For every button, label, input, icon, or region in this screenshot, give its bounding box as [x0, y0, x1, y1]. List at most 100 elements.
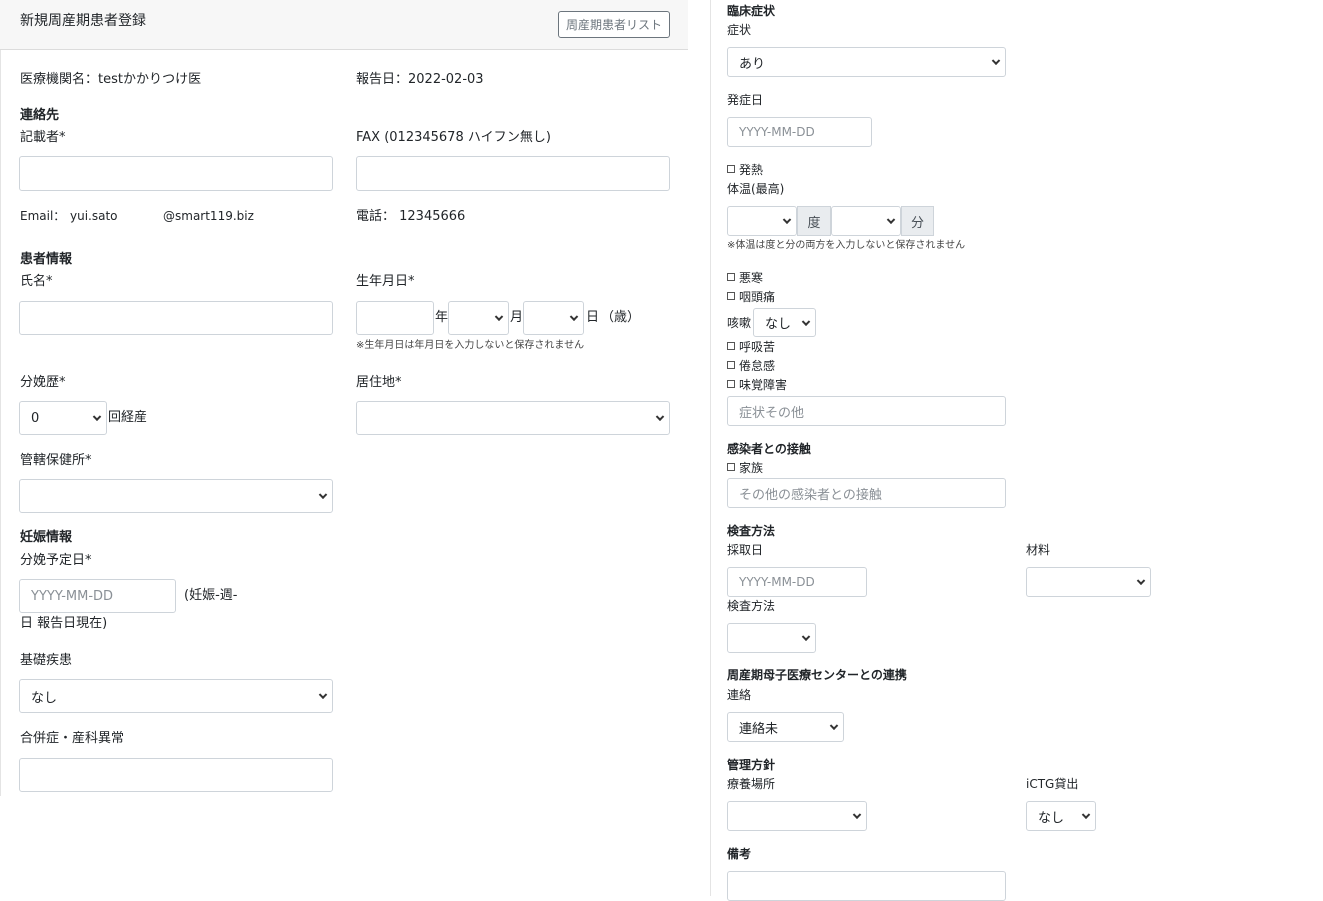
- writer-input[interactable]: [19, 156, 333, 191]
- parity-select[interactable]: 0: [19, 401, 107, 435]
- chevron-down-icon: [569, 312, 579, 322]
- checkbox-icon[interactable]: [727, 380, 735, 388]
- ictg-select[interactable]: なし: [1026, 801, 1096, 831]
- chevron-down-icon: [991, 56, 1001, 66]
- checkbox-icon[interactable]: [727, 273, 735, 281]
- chevron-down-icon: [318, 490, 328, 500]
- fever-checkbox[interactable]: 発熱: [727, 163, 763, 177]
- underlying-disease-select[interactable]: なし: [19, 679, 333, 713]
- sample-date-label: 採取日: [727, 543, 764, 557]
- chevron-down-icon: [92, 412, 102, 422]
- writer-label: 記載者*: [20, 130, 66, 145]
- test-method-label: 検査方法: [727, 599, 776, 613]
- gestation-text-cont: 日 報告日現在): [20, 616, 108, 631]
- age-text: （歳）: [601, 310, 641, 325]
- chevron-down-icon: [782, 215, 792, 225]
- remarks-input[interactable]: [727, 871, 1006, 901]
- sore-throat-checkbox[interactable]: 咽頭痛: [727, 290, 775, 304]
- birth-month-suffix: 月: [510, 310, 524, 325]
- chevron-down-icon: [1136, 576, 1146, 586]
- chevron-down-icon: [829, 721, 839, 731]
- residence-select[interactable]: [356, 401, 670, 435]
- temperature-label: 体温(最高): [727, 182, 785, 196]
- checkbox-icon[interactable]: [727, 463, 735, 471]
- clinical-symptoms-heading: 臨床症状: [727, 4, 776, 18]
- facility-name: 医療機関名：testかかりつけ医: [20, 72, 202, 87]
- remarks-heading: 備考: [727, 847, 752, 861]
- symptom-select[interactable]: あり: [727, 47, 1006, 77]
- center-coordination-heading: 周産期母子医療センターとの連携: [727, 668, 907, 682]
- health-center-select[interactable]: [19, 479, 333, 513]
- fax-input[interactable]: [356, 156, 670, 191]
- checkbox-icon[interactable]: [727, 165, 735, 173]
- dyspnea-checkbox[interactable]: 呼吸苦: [727, 340, 775, 354]
- chevron-down-icon: [494, 312, 504, 322]
- test-method-select[interactable]: [727, 623, 816, 653]
- dyspnea-label: 呼吸苦: [739, 340, 776, 354]
- chevron-down-icon: [655, 412, 665, 422]
- cough-value: なし: [765, 317, 792, 332]
- email-user: yui.sato: [70, 209, 118, 223]
- temperature-degree-select[interactable]: [727, 206, 797, 236]
- chills-label: 悪寒: [739, 271, 764, 285]
- liaison-select[interactable]: 連絡未: [727, 712, 844, 742]
- symptom-value: あり: [739, 56, 766, 72]
- liaison-value: 連絡未: [739, 721, 779, 737]
- parity-suffix: 回経産: [108, 410, 148, 425]
- taste-disorder-label: 味覚障害: [739, 378, 788, 392]
- care-place-select[interactable]: [727, 801, 867, 831]
- chevron-down-icon: [852, 810, 862, 820]
- email-domain: @smart119.biz: [163, 209, 254, 223]
- name-label: 氏名*: [20, 274, 53, 289]
- family-checkbox[interactable]: 家族: [727, 461, 763, 475]
- pregnancy-heading: 妊娠情報: [20, 530, 73, 545]
- phone-number: 電話： 12345666: [356, 209, 466, 224]
- other-contact-input[interactable]: その他の感染者との接触: [727, 478, 1006, 508]
- checkbox-icon[interactable]: [727, 292, 735, 300]
- birth-month-select[interactable]: [448, 301, 509, 335]
- management-policy-heading: 管理方針: [727, 758, 776, 772]
- page-title: 新規周産期患者登録: [20, 13, 146, 29]
- panel-border-left: [0, 50, 1, 796]
- onset-date-input[interactable]: YYYY-MM-DD: [727, 117, 872, 147]
- liaison-label: 連絡: [727, 688, 752, 702]
- underlying-disease-value: なし: [31, 690, 58, 706]
- material-label: 材料: [1026, 543, 1051, 557]
- contact-heading: 連絡先: [20, 108, 60, 123]
- other-symptoms-input[interactable]: 症状その他: [727, 396, 1006, 426]
- report-date: 報告日：2022-02-03: [356, 72, 484, 87]
- birth-year-input[interactable]: [356, 301, 434, 335]
- chills-checkbox[interactable]: 悪寒: [727, 271, 763, 285]
- checkbox-icon[interactable]: [727, 361, 735, 369]
- care-place-label: 療養場所: [727, 777, 776, 791]
- fatigue-checkbox[interactable]: 倦怠感: [727, 359, 775, 373]
- family-label: 家族: [739, 461, 764, 475]
- chevron-down-icon: [1081, 810, 1091, 820]
- sample-date-input[interactable]: YYYY-MM-DD: [727, 567, 867, 597]
- birthdate-note: ※生年月日は年月日を入力しないと保存されません: [356, 340, 585, 351]
- name-input[interactable]: [19, 301, 333, 335]
- cough-select[interactable]: なし: [753, 308, 816, 337]
- chevron-down-icon: [801, 317, 811, 326]
- checkbox-icon[interactable]: [727, 342, 735, 350]
- taste-disorder-checkbox[interactable]: 味覚障害: [727, 378, 787, 392]
- chevron-down-icon: [318, 690, 328, 700]
- onset-date-label: 発症日: [727, 93, 764, 107]
- birth-day-select[interactable]: [523, 301, 584, 335]
- fax-label: FAX (012345678 ハイフン無し): [356, 130, 551, 145]
- fever-label: 発熱: [739, 163, 764, 177]
- test-method-heading: 検査方法: [727, 524, 776, 538]
- due-date-input[interactable]: YYYY-MM-DD: [19, 579, 176, 613]
- temperature-minute-select[interactable]: [831, 206, 901, 236]
- residence-label: 居住地*: [356, 375, 402, 390]
- due-date-label: 分娩予定日*: [20, 553, 92, 568]
- complication-input[interactable]: [19, 758, 333, 792]
- material-select[interactable]: [1026, 567, 1151, 597]
- birth-year-suffix: 年: [435, 310, 449, 325]
- degree-addon: 度: [797, 206, 831, 236]
- cough-label: 咳嗽: [727, 316, 752, 330]
- parity-label: 分娩歴*: [20, 375, 66, 390]
- complication-label: 合併症・産科異常: [20, 731, 125, 746]
- patient-list-button[interactable]: 周産期患者リスト: [558, 11, 670, 38]
- minute-addon: 分: [901, 206, 934, 236]
